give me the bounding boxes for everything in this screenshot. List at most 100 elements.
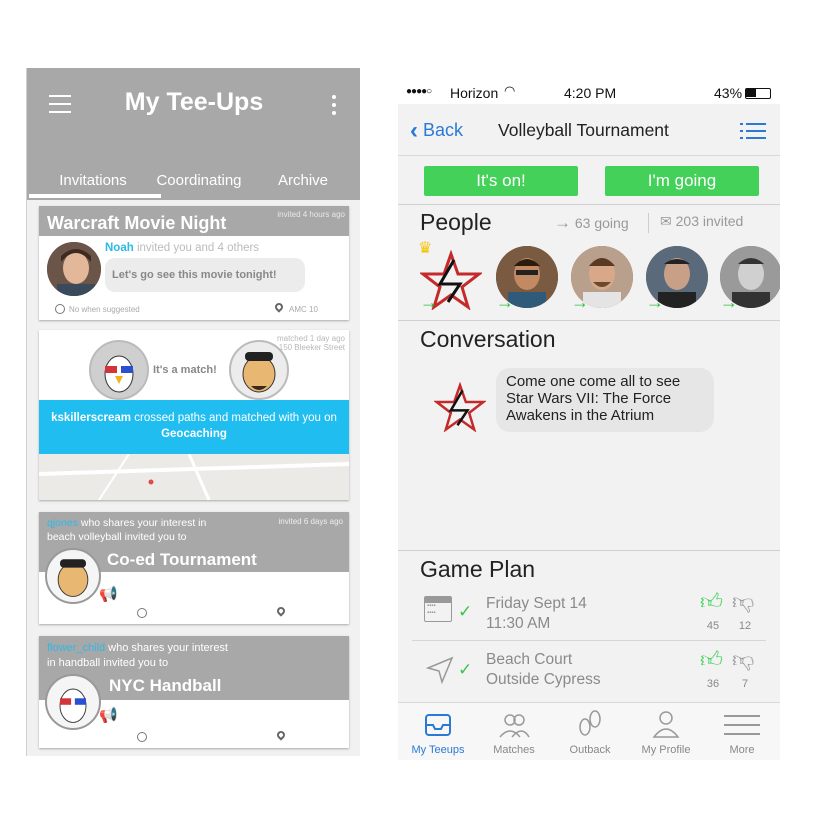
card-title: NYC Handball [109, 676, 222, 695]
tab-more[interactable]: More [704, 703, 780, 760]
upvote-count: 45 [706, 620, 720, 632]
match-banner: kskillerscream crossed paths and matched… [39, 400, 349, 454]
wifi-icon: ◠ [504, 83, 516, 98]
place-line-1: Beach Court [486, 651, 573, 668]
tab-matches[interactable]: Matches [476, 703, 552, 760]
date-text: Friday Sept 14 11:30 AM [486, 594, 587, 634]
match-label: It's a match! [153, 364, 217, 376]
dog-avatar [45, 548, 101, 604]
upvote-count: 36 [706, 678, 720, 690]
location-pin-icon [275, 729, 287, 741]
tab-outback[interactable]: Outback [552, 703, 628, 760]
active-tab-indicator [29, 194, 161, 198]
chevron-left-icon: ‹ [410, 117, 418, 144]
invitation-card-nyc[interactable]: flower_child who shares your interest in… [39, 636, 349, 748]
tab-label: Matches [493, 744, 535, 756]
list-menu-icon[interactable] [740, 122, 766, 140]
invitation-card-coed[interactable]: qjones who shares your interest in beach… [39, 512, 349, 624]
avatar[interactable] [45, 240, 103, 298]
tab-my-profile[interactable]: My Profile [628, 703, 704, 760]
calendar-icon: ▪▪▪▪ ▪▪▪▪ [424, 596, 452, 622]
invite-text-2: beach volleyball invited you to [47, 531, 187, 543]
location-text: Beach Court Outside Cypress [486, 650, 601, 690]
going-count[interactable]: → 63 going [554, 213, 629, 233]
going-arrow-icon: → [720, 292, 738, 312]
right-phone: ●●●●○ Horizon ◠ 4:20 PM 43% ‹ Back Volle… [398, 82, 780, 760]
carrier: Horizon [450, 85, 499, 101]
match-app[interactable]: Geocaching [161, 428, 227, 440]
match-time: matched 1 day ago [276, 334, 345, 343]
tab-coordinating[interactable]: Coordinating [147, 172, 251, 189]
card-title: Co-ed Tournament [107, 550, 257, 569]
status-bar: ●●●●○ Horizon ◠ 4:20 PM 43% [398, 82, 780, 104]
invited-count[interactable]: ✉ 203 invited [660, 213, 743, 230]
people-title: People [420, 209, 492, 235]
matched-user[interactable]: kskillerscream [51, 412, 131, 424]
its-on-button[interactable]: It's on! [424, 166, 578, 196]
megaphone-icon: 📢 [99, 707, 118, 724]
tab-my-teeups[interactable]: My Teeups [400, 703, 476, 760]
message-line-1: Come one come all to see [506, 373, 681, 390]
back-label: Back [423, 120, 464, 140]
going-arrow-icon: → [646, 292, 664, 312]
invite-time: invited 6 days ago [278, 517, 344, 526]
conversation-title: Conversation [420, 326, 556, 352]
clock-icon [55, 304, 65, 314]
thumbs-up-icon[interactable]: 👍︎ [700, 646, 723, 673]
host-logo-small [432, 381, 488, 433]
going-arrow-icon: → [420, 292, 438, 312]
going-label: 63 going [574, 215, 629, 231]
invite-lines: flower_child who shares your interest in… [47, 641, 228, 671]
clock-time: 4:20 PM [564, 85, 617, 101]
going-arrow-icon: → [571, 292, 589, 312]
tab-invitations[interactable]: Invitations [45, 172, 141, 189]
battery-icon [745, 88, 771, 99]
invite-text: invited you and 4 others [136, 242, 260, 254]
inviter-name[interactable]: qjones [47, 517, 78, 529]
signal-icon: ●●●●○ [406, 86, 432, 97]
place-line-2: Outside Cypress [486, 671, 601, 688]
clock-icon [137, 608, 147, 618]
more-options-icon[interactable] [331, 95, 337, 115]
im-going-button[interactable]: I'm going [605, 166, 759, 196]
footprints-icon [579, 710, 601, 736]
person-icon [652, 711, 680, 738]
date-line: Friday Sept 14 [486, 595, 587, 612]
bird-avatar [45, 674, 101, 730]
screen-title: Volleyball Tournament [498, 120, 669, 140]
megaphone-icon: 📢 [99, 586, 118, 603]
match-card[interactable]: matched 1 day ago at 150 Bleeker Street … [39, 330, 349, 500]
message-line-2: Star Wars VII: The Force [506, 390, 672, 407]
inviter-name[interactable]: Noah [105, 242, 134, 254]
thumbs-down-icon[interactable]: 👎︎ [732, 588, 754, 615]
going-arrow-icon: → [496, 292, 514, 312]
dog-avatar [229, 340, 289, 400]
back-button[interactable]: ‹ Back [410, 117, 463, 145]
nav-bar: ‹ Back Volleyball Tournament [398, 104, 780, 156]
check-icon: ✓ [458, 602, 473, 621]
arrow-right-icon: → [554, 213, 571, 232]
location-pin-icon [273, 301, 285, 313]
inviter-name[interactable]: flower_child [47, 642, 105, 654]
time-line: 11:30 AM [486, 615, 551, 632]
thumbs-down-icon[interactable]: 👎︎ [732, 646, 754, 673]
check-icon: ✓ [458, 660, 473, 679]
invitation-card-warcraft[interactable]: Warcraft Movie Night invited 4 hours ago… [39, 206, 349, 320]
page-title: My Tee-Ups [124, 88, 264, 116]
message-bubble: Come one come all to see Star Wars VII: … [496, 368, 714, 432]
tab-label: Outback [569, 744, 611, 756]
map-preview[interactable] [39, 453, 349, 500]
tab-archive[interactable]: Archive [267, 172, 339, 189]
location-pin-icon [275, 605, 287, 617]
tab-label: My Profile [641, 744, 691, 756]
battery-percent: 43% [714, 85, 743, 101]
invite-text: who shares your interest [108, 642, 228, 654]
invited-label: 203 invited [675, 213, 744, 229]
match-text: crossed paths and matched with you on [134, 412, 337, 424]
card-title: Warcraft Movie Night [47, 213, 227, 233]
invite-text: who shares your interest in [80, 517, 207, 529]
thumbs-up-icon[interactable]: 👍︎ [700, 588, 723, 615]
row-divider [412, 640, 766, 641]
message-bubble: Let's go see this movie tonight! [105, 258, 305, 292]
inbox-icon [425, 714, 451, 736]
